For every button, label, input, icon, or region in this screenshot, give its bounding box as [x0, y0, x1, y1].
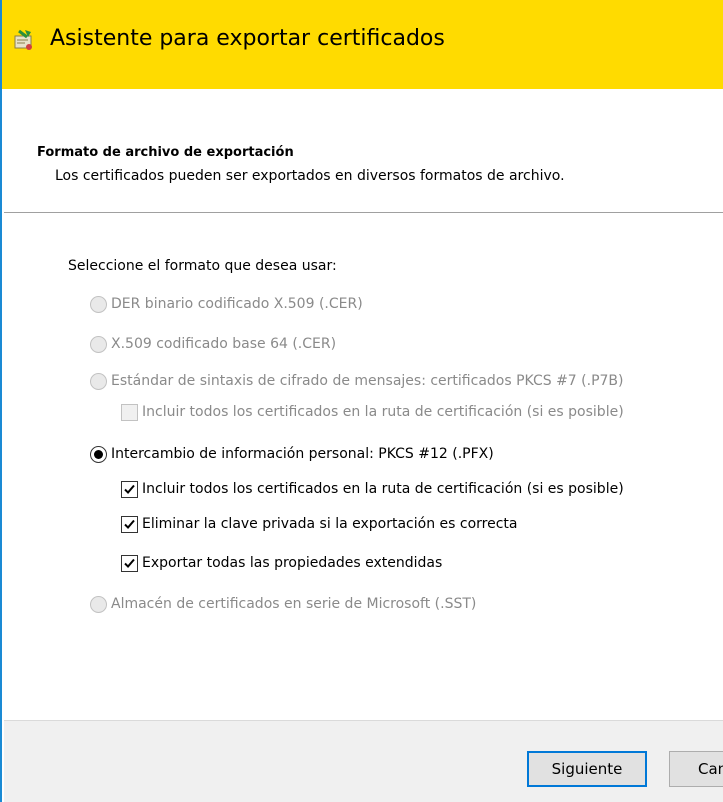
checkbox-option-pkcs7-include-all[interactable]: Incluir todos los certificados en la rut…	[121, 401, 624, 423]
wizard-window: Asistente para exportar certificados For…	[0, 0, 723, 802]
checkbox-pfx-delete-key[interactable]	[121, 515, 138, 533]
radio-pfx[interactable]	[90, 445, 107, 463]
checkbox-pkcs7-include-all-label: Incluir todos los certificados en la rut…	[142, 404, 624, 420]
radio-pfx-label: Intercambio de información personal: PKC…	[111, 446, 494, 462]
checkbox-pfx-include-all-label: Incluir todos los certificados en la rut…	[142, 481, 624, 497]
radio-sst-label: Almacén de certificados en serie de Micr…	[111, 596, 477, 612]
checkmark-icon	[124, 519, 135, 529]
radio-base64[interactable]	[90, 335, 107, 353]
checkmark-icon	[124, 484, 135, 494]
page-subtitle: Los certificados pueden ser exportados e…	[55, 168, 565, 184]
radio-option-pkcs7[interactable]: Estándar de sintaxis de cifrado de mensa…	[90, 370, 623, 392]
checkbox-pfx-delete-key-label: Eliminar la clave privada si la exportac…	[142, 516, 518, 532]
page-title: Formato de archivo de exportación	[37, 145, 294, 160]
checkmark-icon	[124, 558, 135, 568]
checkbox-option-pfx-include-all[interactable]: Incluir todos los certificados en la rut…	[121, 478, 624, 500]
cancel-button[interactable]: Can	[669, 751, 723, 787]
window-title: Asistente para exportar certificados	[50, 26, 445, 51]
certificate-wizard-icon	[11, 28, 39, 54]
radio-der-label: DER binario codificado X.509 (.CER)	[111, 296, 363, 312]
button-bar: Siguiente Can	[4, 720, 723, 802]
radio-pkcs7-label: Estándar de sintaxis de cifrado de mensa…	[111, 373, 624, 389]
radio-pkcs7[interactable]	[90, 372, 107, 390]
format-prompt: Seleccione el formato que desea usar:	[68, 258, 337, 274]
checkbox-option-pfx-export-props[interactable]: Exportar todas las propiedades extendida…	[121, 552, 442, 574]
checkbox-pfx-export-props[interactable]	[121, 554, 138, 572]
title-bar: Asistente para exportar certificados	[2, 0, 723, 89]
radio-option-der[interactable]: DER binario codificado X.509 (.CER)	[90, 293, 363, 315]
radio-option-base64[interactable]: X.509 codificado base 64 (.CER)	[90, 333, 336, 355]
checkbox-pkcs7-include-all[interactable]	[121, 403, 138, 421]
checkbox-pfx-export-props-label: Exportar todas las propiedades extendida…	[142, 555, 443, 571]
radio-option-pfx[interactable]: Intercambio de información personal: PKC…	[90, 443, 494, 465]
checkbox-pfx-include-all[interactable]	[121, 480, 138, 498]
header-separator	[4, 212, 723, 213]
radio-der[interactable]	[90, 295, 107, 313]
next-button[interactable]: Siguiente	[527, 751, 647, 787]
radio-option-sst[interactable]: Almacén de certificados en serie de Micr…	[90, 593, 476, 615]
checkbox-option-pfx-delete-key[interactable]: Eliminar la clave privada si la exportac…	[121, 513, 517, 535]
radio-base64-label: X.509 codificado base 64 (.CER)	[111, 336, 337, 352]
radio-sst[interactable]	[90, 595, 107, 613]
